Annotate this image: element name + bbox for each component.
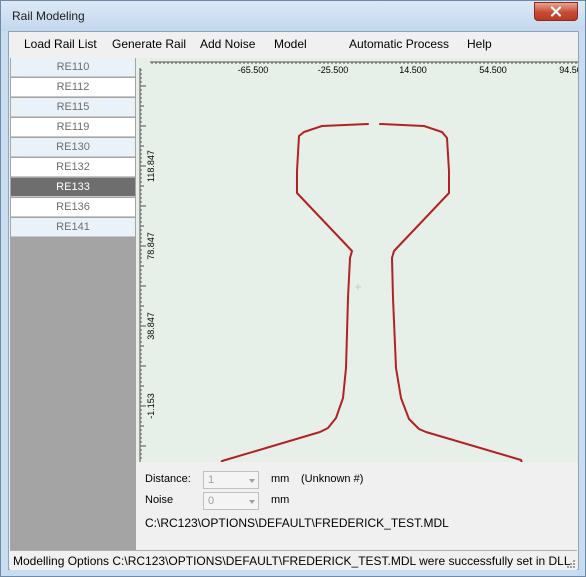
rail-profile-plot[interactable]: -65.500 -25.500 14.500 54.500 94.500 118… xyxy=(136,58,578,462)
y-tick-label: 78.847 xyxy=(146,232,156,260)
client-area: Load Rail List Generate Rail Add Noise M… xyxy=(8,31,579,570)
noise-combobox[interactable]: 0 xyxy=(203,492,259,510)
rail-list-item-re132[interactable]: RE132 xyxy=(11,158,135,177)
distance-value: 1 xyxy=(208,474,215,486)
y-tick-label: 38.847 xyxy=(146,312,156,340)
menu-generate-rail[interactable]: Generate Rail xyxy=(112,37,186,51)
x-tick-label: -25.500 xyxy=(318,65,349,75)
noise-unit: mm xyxy=(271,494,290,506)
chevron-down-icon xyxy=(249,500,255,504)
rail-modeling-window: Rail Modeling Load Rail List Generate Ra… xyxy=(0,0,586,577)
window-title: Rail Modeling xyxy=(12,9,85,23)
x-tick-label: -65.500 xyxy=(238,65,269,75)
distance-combobox[interactable]: 1 xyxy=(203,471,259,489)
rail-list-item-re130[interactable]: RE130 xyxy=(11,138,135,157)
title-bar[interactable]: Rail Modeling xyxy=(1,1,585,31)
rail-profile-canvas: -65.500 -25.500 14.500 54.500 94.500 118… xyxy=(139,61,578,462)
distance-unit: mm xyxy=(271,473,290,485)
noise-label: Noise xyxy=(145,494,174,506)
rail-list-item-re141[interactable]: RE141 xyxy=(11,218,135,237)
x-tick-label: 54.500 xyxy=(479,65,507,75)
menu-help[interactable]: Help xyxy=(467,37,492,51)
resize-grip-icon[interactable] xyxy=(566,559,576,569)
model-file-path: C:\RC123\OPTIONS\DEFAULT\FREDERICK_TEST.… xyxy=(145,516,449,530)
noise-value: 0 xyxy=(208,495,215,507)
rail-profile-curve xyxy=(220,123,523,462)
distance-label: Distance: xyxy=(145,473,191,485)
menu-model[interactable]: Model xyxy=(274,37,307,51)
rail-list-item-re115[interactable]: RE115 xyxy=(11,98,135,117)
x-tick-label: 94.500 xyxy=(559,65,578,75)
rail-list-item-re112[interactable]: RE112 xyxy=(11,78,135,97)
menu-add-noise[interactable]: Add Noise xyxy=(200,37,255,51)
y-tick-label: 118.847 xyxy=(146,150,156,182)
y-tick-label: -1.153 xyxy=(146,393,156,419)
menu-automatic-process[interactable]: Automatic Process xyxy=(349,37,449,51)
menu-load-rail-list[interactable]: Load Rail List xyxy=(24,37,97,51)
rail-list-item-re119[interactable]: RE119 xyxy=(11,118,135,137)
chevron-down-icon xyxy=(249,479,255,483)
menu-bar: Load Rail List Generate Rail Add Noise M… xyxy=(9,32,578,57)
x-ruler-minor-ticks xyxy=(151,62,577,64)
controls-panel: Distance: 1 mm (Unknown #) Noise 0 mm C:… xyxy=(136,462,578,550)
rail-list-item-re133[interactable]: RE133 xyxy=(11,178,135,197)
status-bar: Modelling Options C:\RC123\OPTIONS\DEFAU… xyxy=(10,550,577,570)
rail-list-item-re136[interactable]: RE136 xyxy=(11,198,135,217)
rail-list-panel: RE110 RE112 RE115 RE119 RE130 RE132 RE13… xyxy=(10,58,136,550)
close-icon xyxy=(550,6,562,17)
rail-list-item-re110[interactable]: RE110 xyxy=(11,58,135,77)
status-message: Modelling Options C:\RC123\OPTIONS\DEFAU… xyxy=(13,554,571,568)
x-tick-label: 14.500 xyxy=(399,65,427,75)
close-button[interactable] xyxy=(534,2,578,21)
origin-marker xyxy=(355,284,361,290)
distance-note: (Unknown #) xyxy=(301,473,364,485)
